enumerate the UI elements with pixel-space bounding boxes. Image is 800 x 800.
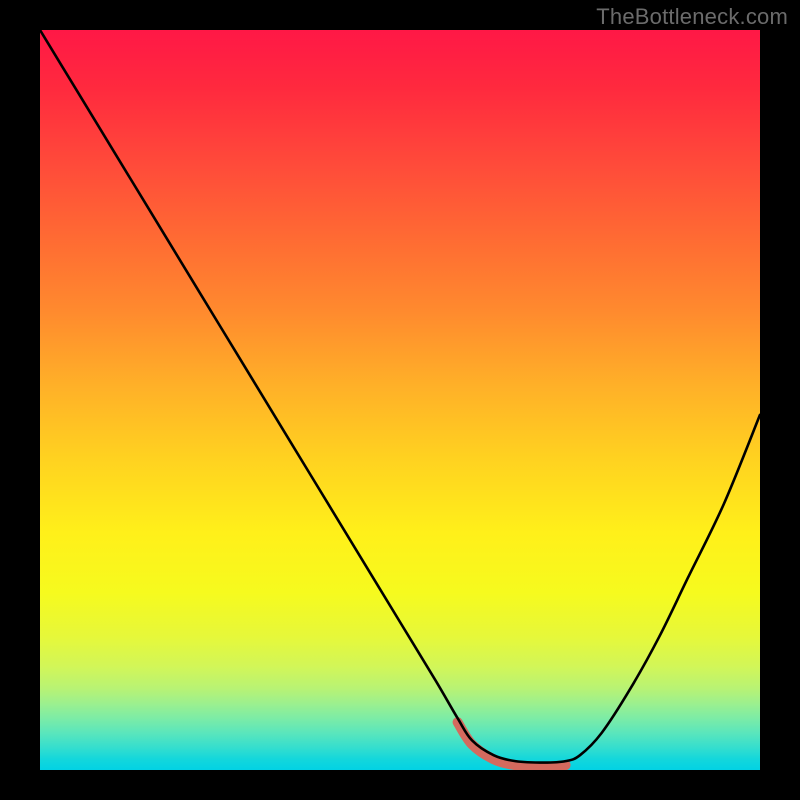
plot-area — [40, 30, 760, 770]
chart-frame: TheBottleneck.com — [0, 0, 800, 800]
bottleneck-curve — [40, 30, 760, 763]
watermark-text: TheBottleneck.com — [596, 4, 788, 30]
curve-layer — [40, 30, 760, 770]
